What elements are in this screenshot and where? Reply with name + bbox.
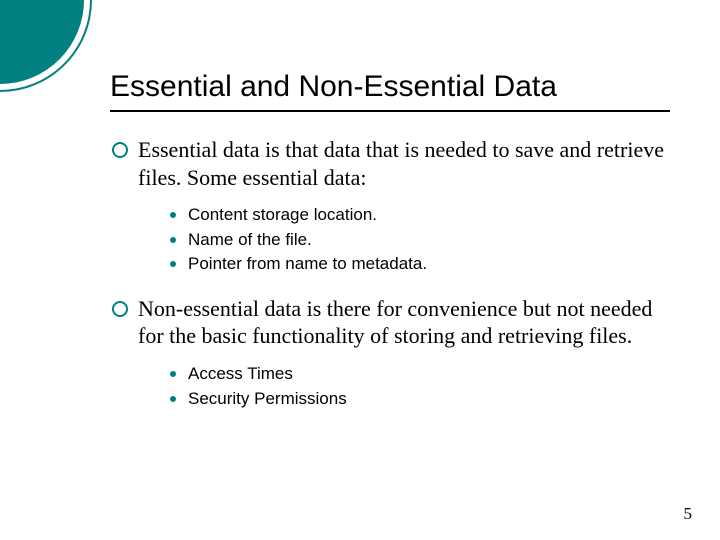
nonessential-list: Access Times Security Permissions [170, 362, 680, 411]
list-item: Pointer from name to metadata. [170, 252, 680, 277]
list-item: Name of the file. [170, 228, 680, 253]
list-item: Security Permissions [170, 387, 680, 412]
list-item: Content storage location. [170, 203, 680, 228]
title-divider [110, 110, 670, 112]
page-number: 5 [684, 504, 693, 524]
decorative-circle [0, 0, 90, 90]
slide-content: Essential and Non-Essential Data Essenti… [110, 70, 680, 429]
list-item: Access Times [170, 362, 680, 387]
essential-paragraph: Essential data is that data that is need… [138, 136, 680, 191]
essential-list: Content storage location. Name of the fi… [170, 203, 680, 277]
slide-title: Essential and Non-Essential Data [110, 70, 680, 110]
nonessential-paragraph: Non-essential data is there for convenie… [138, 295, 680, 350]
